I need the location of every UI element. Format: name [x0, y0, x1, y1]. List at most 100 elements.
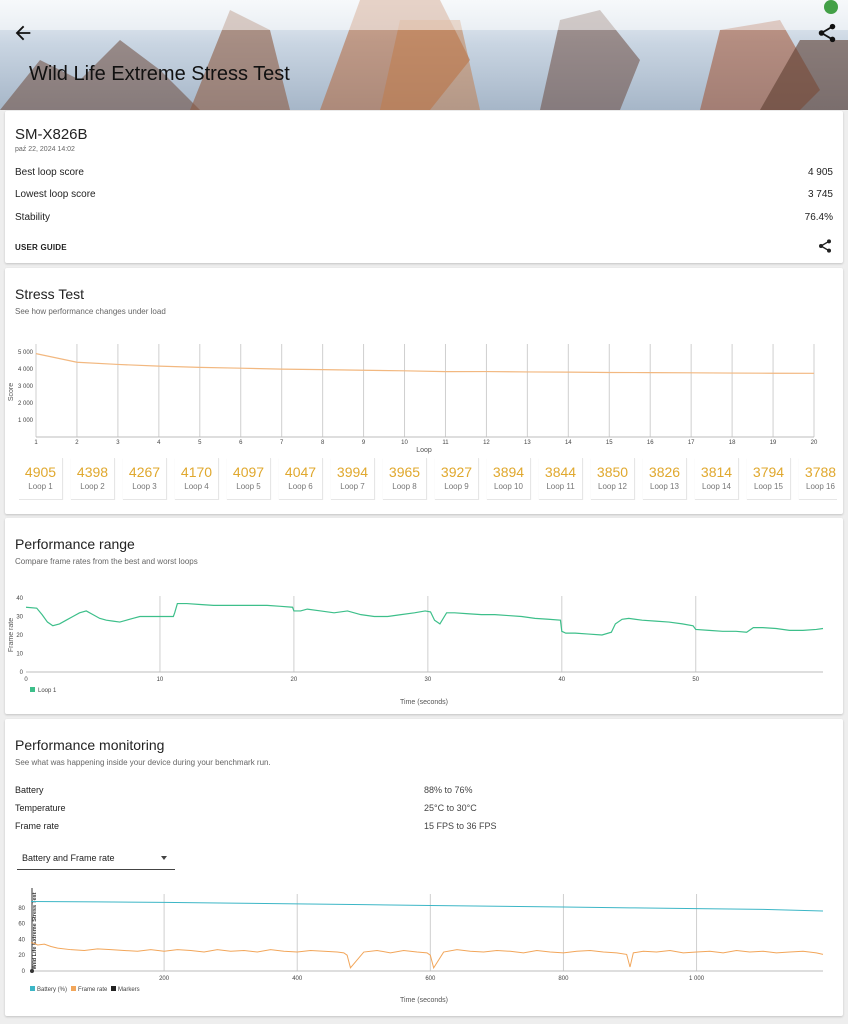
x-tick-label: 50 — [692, 677, 699, 683]
best-loop-row: Best loop score 4 905 — [15, 167, 833, 178]
loop-score-item[interactable]: 4047 Loop 6 — [279, 458, 323, 500]
row-value: 76.4% — [804, 212, 833, 223]
x-tick-label: 12 — [483, 440, 490, 446]
y-tick-label: 1 000 — [18, 418, 34, 424]
loop-score-item[interactable]: 3794 Loop 15 — [747, 458, 791, 500]
loop-score-item[interactable]: 3814 Loop 14 — [695, 458, 739, 500]
x-tick-label: 20 — [811, 440, 818, 446]
row-label: Stability — [15, 212, 51, 223]
loop-score-label: Loop 2 — [80, 482, 105, 491]
y-axis-label: Frame rate — [8, 618, 15, 652]
stress-test-card: Stress Test See how performance changes … — [5, 268, 843, 514]
x-tick-label: 20 — [291, 677, 298, 683]
loop-score-label: Loop 12 — [598, 482, 627, 491]
battery-series-line — [30, 901, 824, 912]
loop-score-label: Loop 5 — [236, 482, 261, 491]
loop-score-label: Loop 6 — [288, 482, 313, 491]
loop-score-value: 4905 — [24, 464, 57, 480]
y-tick-label: 4 000 — [18, 367, 34, 373]
loop-score-item[interactable]: 4097 Loop 5 — [227, 458, 271, 500]
loop-score-value: 3814 — [700, 464, 733, 480]
x-tick-label: 1 000 — [689, 976, 705, 982]
loop-score-value: 3965 — [388, 464, 421, 480]
loop-score-item[interactable]: 3994 Loop 7 — [331, 458, 375, 500]
legend-swatch — [111, 986, 116, 991]
share-icon[interactable] — [817, 238, 833, 254]
loop-score-item[interactable]: 3788 Loop 16 — [799, 458, 837, 500]
loop-score-value: 3826 — [648, 464, 681, 480]
x-tick-label: 17 — [688, 440, 695, 446]
y-tick-label: 3 000 — [18, 384, 34, 390]
loop-score-item[interactable]: 3927 Loop 9 — [435, 458, 479, 500]
loop-score-value: 4047 — [284, 464, 317, 480]
x-tick-label: 800 — [558, 976, 569, 982]
x-tick-label: 10 — [401, 440, 408, 446]
loop-score-item[interactable]: 3826 Loop 13 — [643, 458, 687, 500]
performance-range-card: Performance range Compare frame rates fr… — [5, 518, 843, 714]
loop-score-item[interactable]: 4267 Loop 3 — [123, 458, 167, 500]
row-value: 4 905 — [807, 167, 833, 178]
x-tick-label: 14 — [565, 440, 572, 446]
loop-score-list[interactable]: 4905 Loop 1 4398 Loop 2 4267 Loop 3 4170 Loop 4… — [19, 458, 837, 500]
x-tick-label: 10 — [157, 677, 164, 683]
y-tick-label: 80 — [18, 906, 25, 912]
y-tick-label: 20 — [16, 633, 23, 639]
header-artwork — [0, 0, 848, 110]
x-tick-label: 19 — [770, 440, 777, 446]
y-tick-label: 5 000 — [18, 350, 34, 356]
y-tick-label: 10 — [16, 652, 23, 658]
legend-swatch — [30, 687, 35, 692]
loop-score-value: 4267 — [128, 464, 161, 480]
row-value: 3 745 — [807, 189, 833, 200]
x-tick-label: 15 — [606, 440, 613, 446]
x-tick-label: 11 — [442, 440, 449, 446]
page-title: Wild Life Extreme Stress Test — [29, 63, 290, 85]
loop-score-item[interactable]: 4905 Loop 1 — [19, 458, 63, 500]
loop-score-label: Loop 16 — [806, 482, 835, 491]
x-axis-label: Time (seconds) — [400, 699, 448, 706]
loop-1-series-line — [25, 602, 824, 636]
loop-score-item[interactable]: 4170 Loop 4 — [175, 458, 219, 500]
x-tick-label: 5 — [198, 440, 202, 446]
y-tick-label: 40 — [18, 937, 25, 943]
score-series-line — [35, 353, 815, 374]
x-tick-label: 9 — [362, 440, 366, 446]
x-tick-label: 600 — [425, 976, 436, 982]
loop-score-value: 3850 — [596, 464, 629, 480]
y-tick-label: 0 — [22, 969, 26, 975]
x-tick-label: 2 — [75, 440, 79, 446]
loop-score-label: Loop 1 — [28, 482, 53, 491]
loop-score-label: Loop 15 — [754, 482, 783, 491]
y-tick-label: 20 — [18, 953, 25, 959]
loop-score-value: 3994 — [336, 464, 369, 480]
x-tick-label: 1 — [34, 440, 38, 446]
x-axis-label: Time (seconds) — [400, 997, 448, 1004]
loop-score-value: 3844 — [544, 464, 577, 480]
x-tick-label: 30 — [425, 677, 432, 683]
loop-score-item[interactable]: 3894 Loop 10 — [487, 458, 531, 500]
loop-score-value: 3788 — [804, 464, 837, 480]
loop-score-label: Loop 10 — [494, 482, 523, 491]
stability-row: Stability 76.4% — [15, 212, 833, 223]
loop-score-label: Loop 14 — [702, 482, 731, 491]
y-tick-label: 60 — [18, 922, 25, 928]
loop-score-value: 3927 — [440, 464, 473, 480]
legend-label: Battery (%) — [37, 987, 67, 993]
user-guide-link[interactable]: USER GUIDE — [15, 243, 67, 252]
y-tick-label: 2 000 — [18, 401, 34, 407]
y-tick-label: 40 — [16, 596, 23, 602]
x-tick-label: 200 — [159, 976, 170, 982]
loop-score-item[interactable]: 3850 Loop 12 — [591, 458, 635, 500]
back-arrow-icon[interactable] — [12, 22, 34, 44]
loop-score-item[interactable]: 4398 Loop 2 — [71, 458, 115, 500]
loop-score-item[interactable]: 3965 Loop 8 — [383, 458, 427, 500]
y-tick-label: 30 — [16, 615, 23, 621]
loop-score-label: Loop 8 — [392, 482, 417, 491]
x-tick-label: 18 — [729, 440, 736, 446]
loop-score-label: Loop 4 — [184, 482, 209, 491]
monitoring-chart: 200 400 600 800 1 000 0 20 40 60 80 Time (seconds)… — [18, 888, 824, 1004]
x-tick-label: 3 — [116, 440, 120, 446]
test-date: paź 22, 2024 14:02 — [15, 146, 75, 153]
loop-score-item[interactable]: 3844 Loop 11 — [539, 458, 583, 500]
share-icon[interactable] — [816, 22, 838, 44]
